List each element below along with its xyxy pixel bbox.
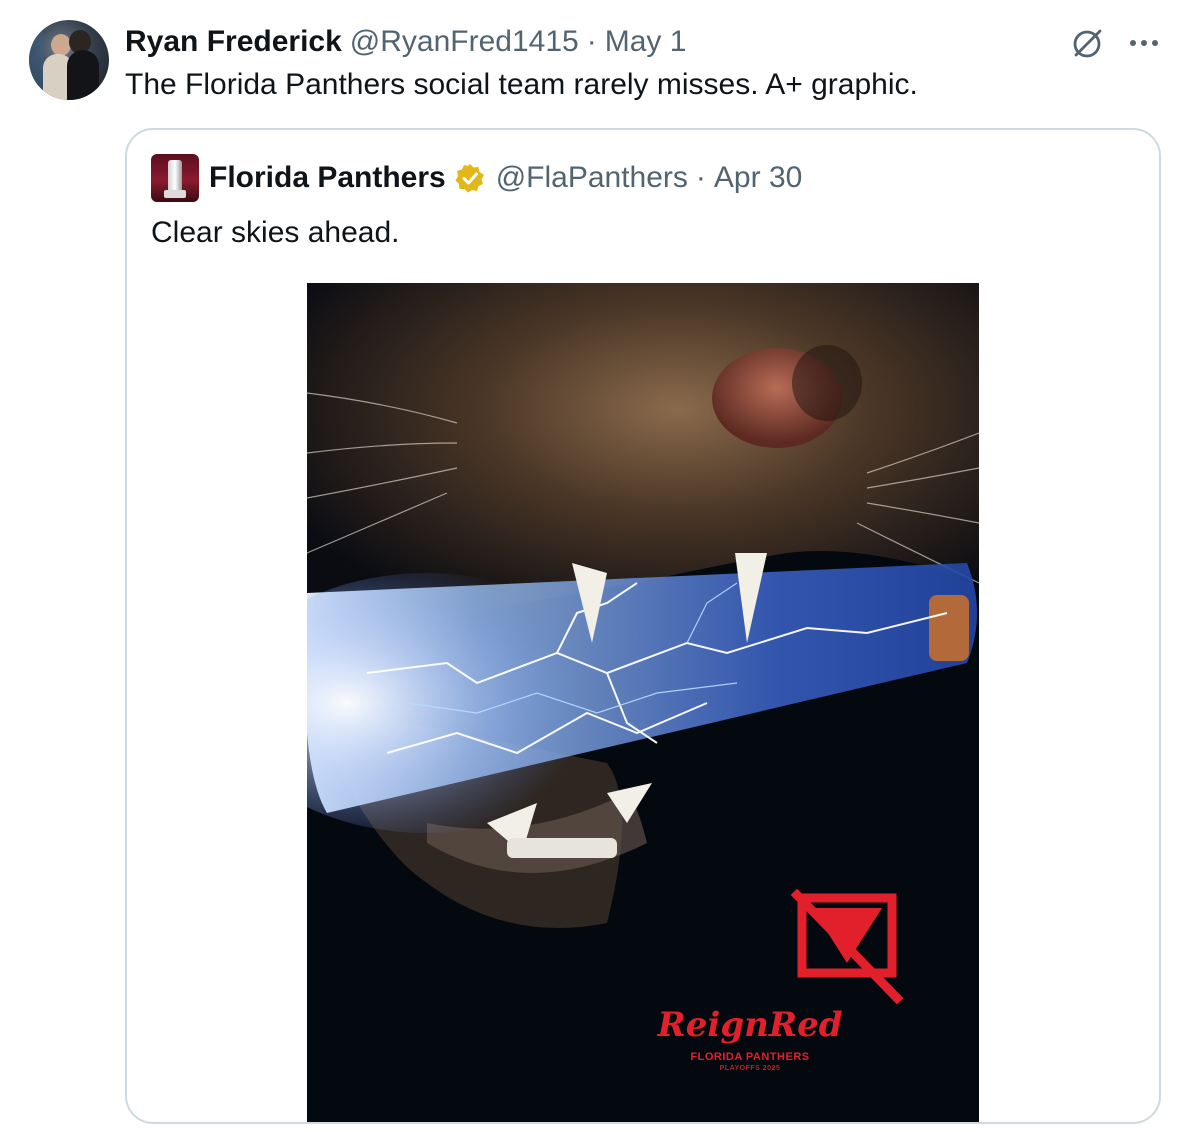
tweet-text: The Florida Panthers social team rarely … xyxy=(125,68,918,101)
quoted-tweet-text: Clear skies ahead. xyxy=(151,216,400,249)
reign-red-logo-subtitle-small: PLAYOFFS 2025 xyxy=(719,1065,781,1072)
reign-red-logo-title: ReignRed xyxy=(657,1005,843,1045)
quoted-header-separator: · xyxy=(695,161,706,194)
quoted-tweet-date[interactable]: Apr 30 xyxy=(714,161,802,195)
more-icon[interactable] xyxy=(1124,24,1164,62)
author-avatar[interactable] xyxy=(29,20,109,100)
quoted-author-name[interactable]: Florida Panthers xyxy=(209,161,446,195)
quoted-tweet-header: Florida Panthers @FlaPanthers · Apr 30 xyxy=(209,158,802,198)
tweet[interactable]: Ryan Frederick @RyanFred1415 · May 1 The… xyxy=(0,0,1194,1132)
tweet-image[interactable]: ReignRed FLORIDA PANTHERS PLAYOFFS 2025 xyxy=(307,283,979,1122)
gold-verified-icon xyxy=(455,164,484,193)
author-name[interactable]: Ryan Frederick xyxy=(125,25,342,59)
author-handle[interactable]: @RyanFred1415 xyxy=(350,25,579,59)
quoted-tweet[interactable]: Florida Panthers @FlaPanthers · Apr 30 C… xyxy=(125,128,1161,1124)
quoted-author-handle[interactable]: @FlaPanthers xyxy=(496,161,688,195)
grok-icon[interactable] xyxy=(1068,24,1106,62)
quoted-author-avatar[interactable] xyxy=(151,154,199,202)
tweet-date[interactable]: May 1 xyxy=(605,25,687,59)
reign-red-logo-subtitle: FLORIDA PANTHERS xyxy=(690,1051,810,1063)
header-separator: · xyxy=(586,25,597,58)
tweet-header: Ryan Frederick @RyanFred1415 · May 1 xyxy=(125,22,686,62)
